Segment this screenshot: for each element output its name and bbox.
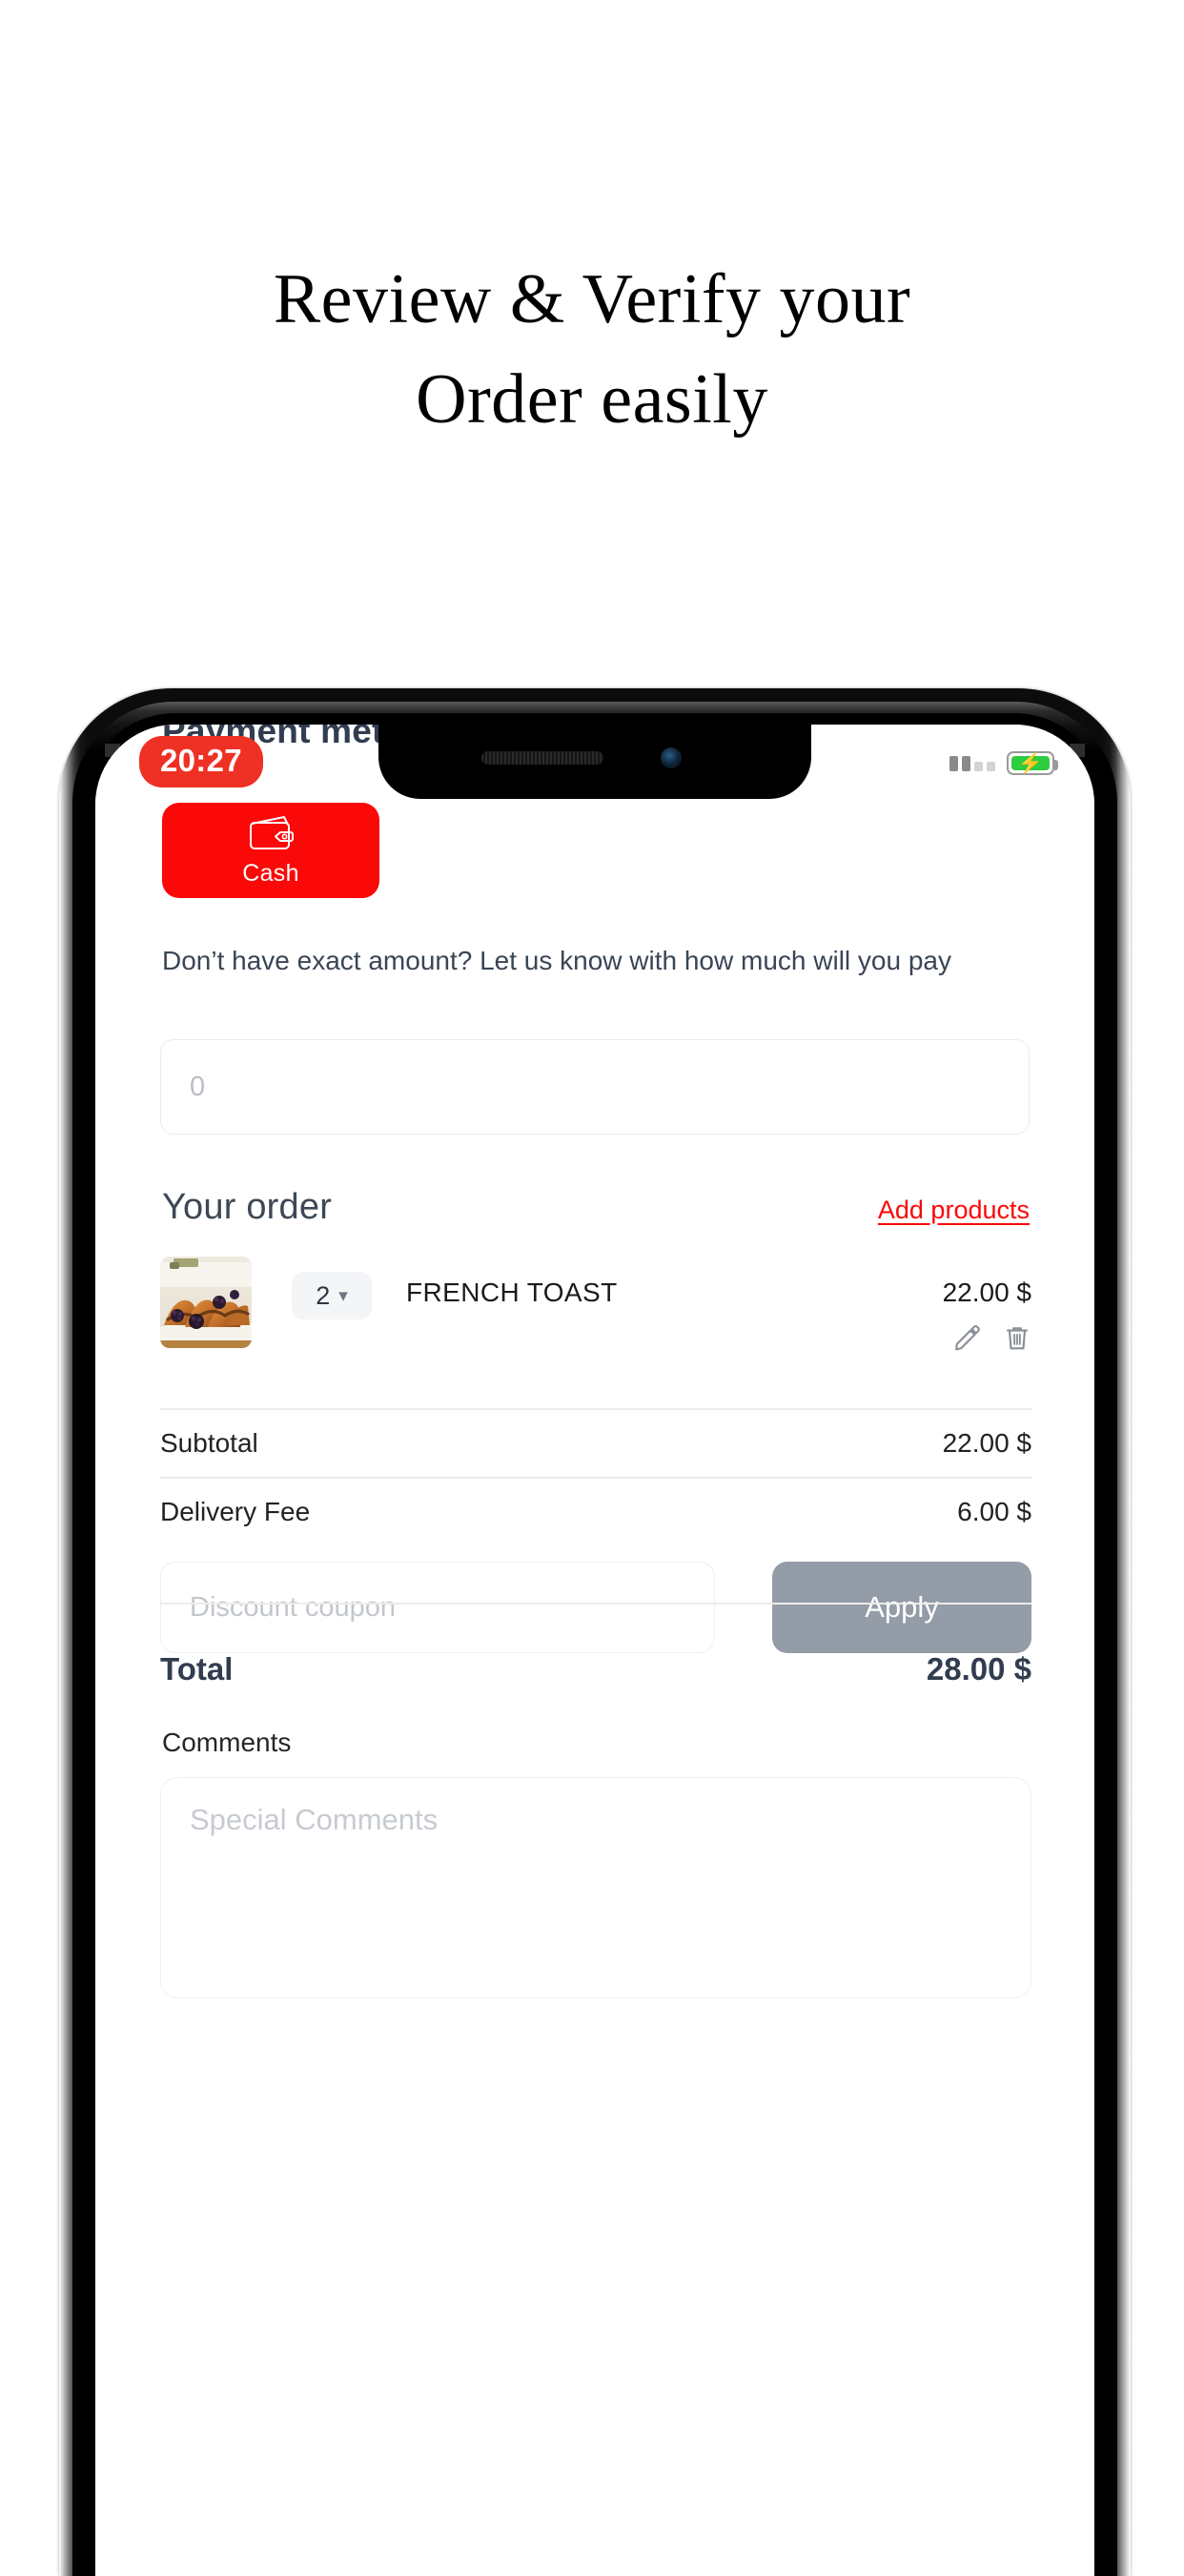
order-item-name: FRENCH TOAST [406, 1278, 618, 1307]
checkout-screen: Payment method Cash Don’t have exact amo… [95, 725, 1094, 2576]
exact-amount-hint: Don’t have exact amount? Let us know wit… [162, 946, 951, 975]
order-item-row: 2 ▾ FRENCH TOAST 22.00 $ [160, 1257, 1031, 1371]
subtotal-value: 22.00 $ [942, 1428, 1031, 1458]
battery-charging-icon: ⚡ [1007, 751, 1058, 775]
order-item-price: 22.00 $ [942, 1278, 1031, 1307]
status-bar: 20:27 ⚡ [95, 725, 1094, 799]
wallet-icon [250, 815, 294, 849]
summary-row-total: Total 28.00 $ [160, 1651, 1031, 1687]
divider-below-subtotal [160, 1477, 1031, 1479]
amount-input[interactable]: 0 [160, 1039, 1030, 1135]
headline-line-2: Order easily [416, 360, 768, 439]
phone-mockup: 20:27 ⚡ Payment method Cash Don’t have e… [59, 688, 1131, 2576]
subtotal-label: Subtotal [160, 1428, 258, 1458]
order-item-thumbnail[interactable] [160, 1257, 252, 1348]
signal-bars-icon [949, 755, 995, 771]
divider-above-total [160, 1603, 1031, 1605]
order-section-title: Your order [162, 1187, 333, 1227]
headline-line-1: Review & Verify your [273, 260, 911, 338]
add-products-link[interactable]: Add products [878, 1196, 1030, 1225]
comments-label: Comments [162, 1728, 292, 1757]
french-toast-photo [160, 1257, 252, 1348]
discount-coupon-input[interactable]: Discount coupon [160, 1562, 715, 1653]
delivery-fee-label: Delivery Fee [160, 1497, 311, 1526]
divider-above-subtotal [160, 1408, 1031, 1410]
total-value: 28.00 $ [926, 1651, 1031, 1687]
page-headline: Review & Verify your Order easily [0, 250, 1184, 450]
delivery-fee-value: 6.00 $ [957, 1497, 1031, 1526]
apply-coupon-button[interactable]: Apply [772, 1562, 1031, 1653]
status-bar-clock: 20:27 [139, 736, 263, 787]
payment-method-cash-label: Cash [242, 859, 299, 887]
order-item-quantity-value: 2 [316, 1280, 331, 1310]
order-item-quantity-dropdown[interactable]: 2 ▾ [292, 1272, 372, 1319]
order-item-actions [953, 1323, 1031, 1352]
status-bar-indicators: ⚡ [949, 751, 1058, 775]
payment-method-cash[interactable]: Cash [162, 803, 379, 898]
chevron-down-icon: ▾ [338, 1285, 348, 1306]
trash-icon[interactable] [1003, 1323, 1031, 1352]
special-comments-textarea[interactable]: Special Comments [160, 1777, 1031, 1998]
coupon-section: Discount coupon Apply [160, 1562, 1031, 1653]
phone-screen: 20:27 ⚡ Payment method Cash Don’t have e… [95, 725, 1094, 2576]
order-section-header: Your order Add products [162, 1187, 1030, 1228]
summary-row-subtotal: Subtotal 22.00 $ [160, 1428, 1031, 1459]
summary-row-delivery-fee: Delivery Fee 6.00 $ [160, 1497, 1031, 1527]
pencil-icon[interactable] [953, 1323, 982, 1352]
total-label: Total [160, 1651, 234, 1687]
